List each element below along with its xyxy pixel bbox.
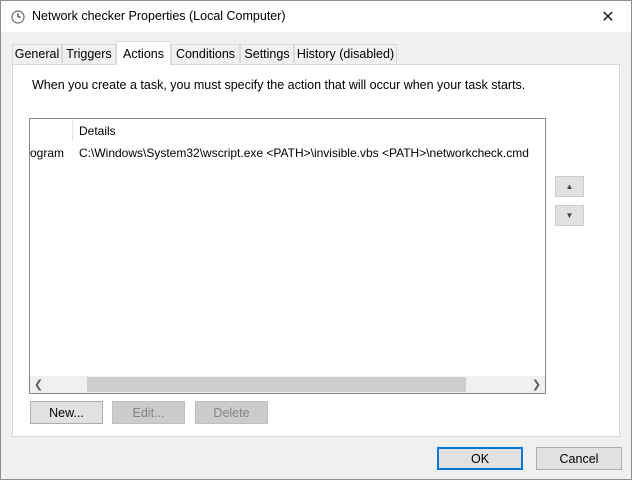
- tab-actions[interactable]: Actions: [116, 41, 171, 65]
- delete-button[interactable]: Delete: [195, 401, 268, 424]
- tab-conditions[interactable]: Conditions: [171, 44, 240, 63]
- close-button[interactable]: ✕: [585, 1, 631, 32]
- tab-settings[interactable]: Settings: [240, 44, 294, 63]
- arrow-down-icon: ▼: [565, 211, 574, 220]
- scroll-left-arrow[interactable]: ❮: [30, 376, 47, 393]
- horizontal-scrollbar[interactable]: ❮ ❯: [30, 376, 545, 393]
- action-cell: ogram: [30, 146, 65, 160]
- task-properties-window: Network checker Properties (Local Comput…: [0, 0, 632, 480]
- arrow-up-icon: ▲: [565, 182, 574, 191]
- list-item[interactable]: ogram C:\Windows\System32\wscript.exe <P…: [30, 143, 545, 163]
- instruction-text: When you create a task, you must specify…: [32, 78, 526, 92]
- column-separator[interactable]: [72, 119, 73, 141]
- clock-icon: [11, 10, 25, 24]
- scroll-right-arrow[interactable]: ❯: [528, 376, 545, 393]
- ok-button[interactable]: OK: [437, 447, 523, 470]
- tab-general[interactable]: General: [12, 44, 62, 63]
- move-down-button[interactable]: ▼: [555, 205, 584, 226]
- tab-triggers[interactable]: Triggers: [62, 44, 116, 63]
- close-icon: ✕: [601, 8, 615, 26]
- cancel-button[interactable]: Cancel: [536, 447, 622, 470]
- list-header: Details: [30, 119, 545, 141]
- column-header-details[interactable]: Details: [79, 124, 116, 138]
- window-title: Network checker Properties (Local Comput…: [32, 9, 286, 23]
- scrollbar-thumb[interactable]: [87, 377, 466, 392]
- title-bar[interactable]: Network checker Properties (Local Comput…: [1, 1, 631, 32]
- actions-tab-panel: When you create a task, you must specify…: [12, 64, 620, 437]
- move-up-button[interactable]: ▲: [555, 176, 584, 197]
- actions-list[interactable]: Details ogram C:\Windows\System32\wscrip…: [29, 118, 546, 394]
- edit-button[interactable]: Edit...: [112, 401, 185, 424]
- chevron-left-icon: ❮: [33, 379, 44, 391]
- chevron-right-icon: ❯: [531, 379, 542, 391]
- new-button[interactable]: New...: [30, 401, 103, 424]
- tab-history[interactable]: History (disabled): [294, 44, 397, 63]
- details-cell: C:\Windows\System32\wscript.exe <PATH>\i…: [79, 146, 529, 160]
